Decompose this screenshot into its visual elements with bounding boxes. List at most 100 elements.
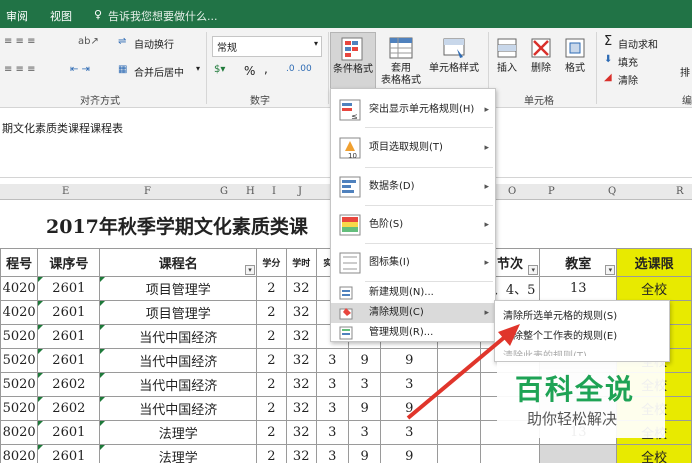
table-cell[interactable]: 2 [255, 444, 287, 463]
table-cell[interactable]: 2 [255, 396, 287, 421]
format-button[interactable]: 格式 [560, 32, 590, 75]
table-cell[interactable]: 3 [315, 372, 349, 397]
table-cell[interactable]: 项目管理学 [99, 300, 257, 325]
table-cell[interactable]: 2 [255, 300, 287, 325]
table-cell[interactable]: 项目管理学 [99, 276, 257, 301]
align-left-icon[interactable]: ≡ ≡ ≡ [4, 64, 36, 75]
table-cell[interactable] [437, 444, 481, 463]
table-cell[interactable]: 32 [285, 300, 317, 325]
delete-button[interactable]: 删除 [526, 32, 556, 75]
table-cell[interactable]: 3 [315, 396, 349, 421]
autosum-button[interactable]: 自动求和 [618, 36, 658, 51]
column-header-i[interactable]: I [272, 186, 276, 197]
clear-button[interactable]: 清除 [618, 72, 638, 87]
table-cell[interactable]: 5020 [0, 396, 39, 421]
table-cell[interactable]: 当代中国经济 [99, 348, 257, 373]
table-cell[interactable]: 全校 [616, 276, 692, 301]
column-header-j[interactable]: J [298, 186, 302, 197]
menu-item-color-scales[interactable]: 色阶(S) ▸ [331, 209, 495, 241]
table-cell[interactable]: 当代中国经济 [99, 324, 257, 349]
menu-item-icon-sets[interactable]: 图标集(I) ▸ [331, 247, 495, 279]
table-cell[interactable]: 32 [285, 348, 317, 373]
table-cell[interactable]: 3 [347, 372, 382, 397]
header-cell[interactable]: 课程名 ▾ [99, 248, 257, 277]
column-header-h[interactable]: H [246, 186, 255, 197]
column-header-e[interactable]: E [62, 186, 69, 197]
menu-item-top-bottom-rules[interactable]: 10 项目选取规则(T) ▸ [331, 131, 495, 165]
column-header-g[interactable]: G [220, 186, 228, 197]
tab-view[interactable]: 视图 [50, 8, 72, 24]
table-cell[interactable]: 2601 [37, 276, 101, 301]
column-header-q[interactable]: Q [608, 186, 616, 197]
menu-item-data-bars[interactable]: 数据条(D) ▸ [331, 171, 495, 203]
format-as-table-button[interactable]: 套用 表格格式 [378, 32, 424, 87]
sort-button[interactable]: 排 [680, 64, 690, 79]
table-cell[interactable]: 2601 [37, 420, 101, 445]
table-cell[interactable]: 2601 [37, 348, 101, 373]
table-cell[interactable]: 32 [285, 420, 317, 445]
table-cell[interactable]: 9 [347, 348, 382, 373]
column-header-p[interactable]: P [548, 186, 555, 197]
comma-button[interactable]: , [264, 62, 268, 76]
table-cell[interactable]: 当代中国经济 [99, 372, 257, 397]
header-cell[interactable]: 选课限 [616, 248, 692, 277]
percent-button[interactable]: % [244, 64, 255, 78]
fill-icon[interactable]: ⬇ [604, 54, 612, 65]
indent-icon[interactable]: ⇤ ⇥ [70, 64, 90, 75]
table-cell[interactable]: 5020 [0, 324, 39, 349]
table-cell[interactable]: 法理学 [99, 444, 257, 463]
cell-styles-button[interactable]: 单元格样式 [426, 32, 482, 75]
table-cell[interactable]: 5020 [0, 372, 39, 397]
tell-me-search[interactable]: 告诉我您想要做什么... [108, 8, 218, 24]
table-cell[interactable]: 13 [539, 276, 618, 301]
orientation-icon[interactable]: ab↗ [78, 36, 99, 47]
conditional-format-button[interactable]: 条件格式 [330, 32, 376, 90]
column-header-o[interactable]: O [508, 186, 516, 197]
header-cell[interactable]: 学时 [285, 248, 317, 277]
currency-icon[interactable]: $▾ [214, 64, 225, 75]
number-format-select[interactable]: 常规 ▾ [212, 36, 322, 57]
table-cell[interactable]: 8020 [0, 420, 39, 445]
table-cell[interactable]: 8020 [0, 444, 39, 463]
table-cell[interactable]: 当代中国经济 [99, 396, 257, 421]
table-cell[interactable]: 32 [285, 396, 317, 421]
wrap-text-button[interactable]: 自动换行 [134, 36, 174, 51]
merge-dropdown-icon[interactable]: ▾ [196, 64, 200, 73]
eraser-icon[interactable]: ◢ [604, 72, 612, 83]
menu-item-highlight-rules[interactable]: ≤ 突出显示单元格规则(H) ▸ [331, 95, 495, 125]
header-cell[interactable]: 程号 [0, 248, 39, 277]
decimal-icon[interactable]: .0 .00 [286, 64, 312, 74]
table-cell[interactable]: 9 [347, 396, 382, 421]
table-cell[interactable]: 3 [315, 444, 349, 463]
table-cell[interactable]: 32 [285, 372, 317, 397]
fill-button[interactable]: 填充 [618, 54, 638, 69]
filter-dropdown-icon[interactable]: ▾ [528, 265, 539, 275]
table-cell[interactable]: 5020 [0, 348, 39, 373]
column-header-r[interactable]: R [676, 186, 684, 197]
wrap-text-icon[interactable]: ⇌ [118, 36, 126, 47]
table-cell[interactable]: 9 [380, 444, 439, 463]
column-header-f[interactable]: F [144, 186, 151, 197]
merge-icon[interactable]: ▦ [118, 64, 127, 75]
header-cell[interactable]: 课序号 [37, 248, 101, 277]
table-cell[interactable] [539, 444, 618, 463]
table-cell[interactable]: 32 [285, 444, 317, 463]
table-cell[interactable]: 2 [255, 420, 287, 445]
filter-dropdown-icon[interactable]: ▾ [605, 265, 616, 275]
table-cell[interactable]: 2 [255, 372, 287, 397]
table-cell[interactable]: 2 [255, 276, 287, 301]
merge-center-button[interactable]: 合并后居中 [134, 64, 184, 79]
table-cell[interactable]: 2 [255, 324, 287, 349]
tab-review[interactable]: 审阅 [6, 8, 28, 24]
table-cell[interactable]: 2 [255, 348, 287, 373]
table-cell[interactable]: 32 [285, 324, 317, 349]
table-cell[interactable]: 4020 [0, 276, 39, 301]
table-cell[interactable]: 2601 [37, 300, 101, 325]
table-cell[interactable]: 3 [315, 348, 349, 373]
table-cell[interactable]: 4020 [0, 300, 39, 325]
filter-dropdown-icon[interactable]: ▾ [244, 265, 255, 275]
table-cell[interactable]: 3 [347, 420, 382, 445]
header-cell[interactable]: 教室 ▾ [539, 248, 618, 277]
header-cell[interactable]: 学分 [255, 248, 287, 277]
table-cell[interactable]: 32 [285, 276, 317, 301]
